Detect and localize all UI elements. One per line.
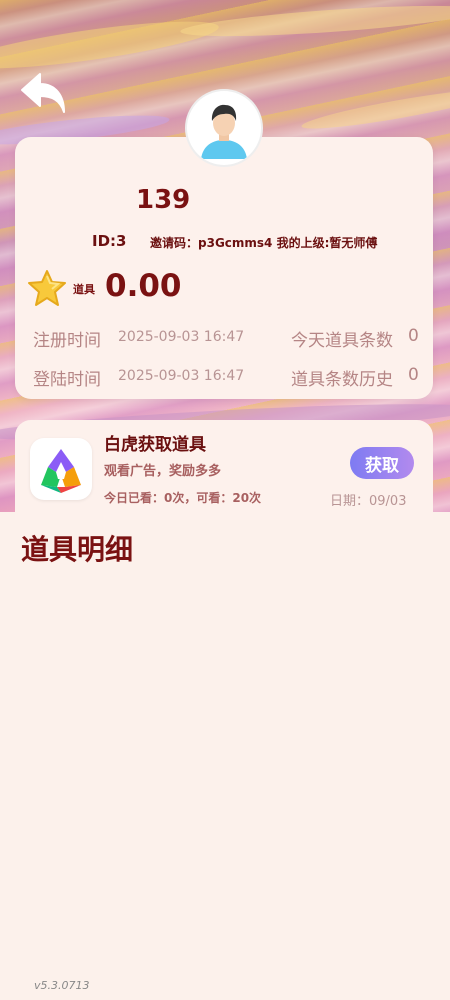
today-props-label: 今天道具条数 xyxy=(291,331,393,351)
login-time: 2025-09-03 16:47 xyxy=(118,368,245,384)
history-props-value: 0 xyxy=(408,365,419,385)
invite-code: 邀请码：p3Gcmms4 我的上级:暂无师傅 xyxy=(150,236,378,250)
task-title: 白虎获取道具 xyxy=(104,435,206,455)
avatar-icon xyxy=(189,93,259,163)
back-arrow-icon xyxy=(21,73,65,113)
history-props-label: 道具条数历史 xyxy=(291,370,393,390)
task-view-count: 今日已看：0次，可看：20次 xyxy=(104,491,262,505)
register-label: 注册时间 xyxy=(33,331,101,351)
section-title: 道具明细 xyxy=(21,533,134,566)
task-subtitle: 观看广告，奖励多多 xyxy=(104,464,222,479)
username: 139 xyxy=(136,185,191,215)
avatar[interactable] xyxy=(187,91,261,165)
props-value: 0.00 xyxy=(105,268,182,304)
register-time: 2025-09-03 16:47 xyxy=(118,329,245,345)
version-label: v5.3.0713 xyxy=(34,979,90,992)
task-date: 日期：09/03 xyxy=(330,494,407,509)
today-props-value: 0 xyxy=(408,326,419,346)
profile-card xyxy=(15,137,433,399)
back-button[interactable] xyxy=(18,68,70,118)
app-logo-icon xyxy=(30,438,92,500)
star-icon xyxy=(27,269,67,307)
login-label: 登陆时间 xyxy=(33,370,101,390)
user-id: ID:3 xyxy=(92,232,127,250)
props-label: 道具 xyxy=(73,283,95,296)
get-button[interactable]: 获取 xyxy=(350,447,414,479)
